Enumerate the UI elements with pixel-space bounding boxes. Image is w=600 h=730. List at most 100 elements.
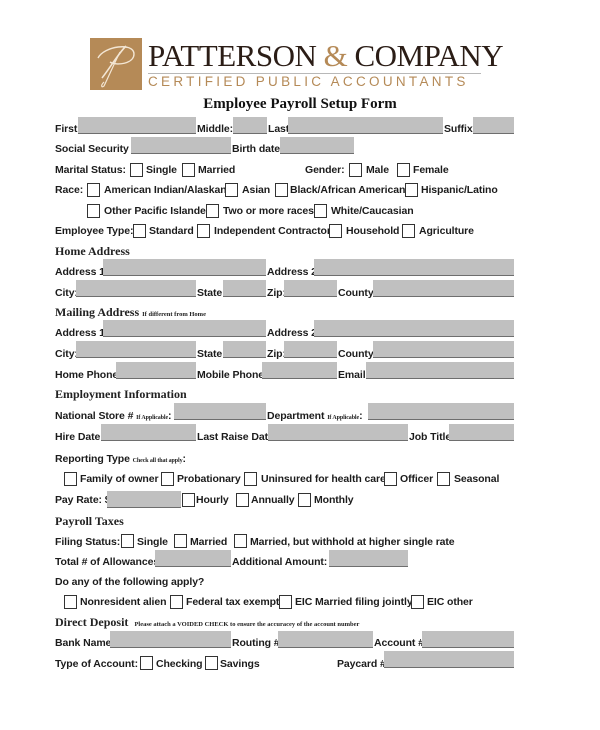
national-store-field[interactable] xyxy=(174,403,266,420)
eic-married-jointly-label: EIC Married filing jointly xyxy=(295,596,413,608)
filing-single-checkbox[interactable] xyxy=(121,534,134,548)
federal-tax-exempt-checkbox[interactable] xyxy=(170,595,183,609)
reporting-type-text: Reporting Type xyxy=(55,453,130,465)
company-name-amp: & xyxy=(323,38,348,73)
reporting-probationary-checkbox[interactable] xyxy=(161,472,174,486)
mailing-zip-field[interactable] xyxy=(284,341,337,358)
home-state-label: State: xyxy=(197,287,226,299)
race-white-label: White/Caucasian xyxy=(331,205,414,217)
additional-amount-field[interactable] xyxy=(329,550,408,567)
department-label: Department If Applicable: xyxy=(267,410,363,422)
pay-rate-field[interactable] xyxy=(107,491,181,508)
race-pacific-islander-checkbox[interactable] xyxy=(87,204,100,218)
last-name-field[interactable] xyxy=(288,117,443,134)
mobile-phone-field[interactable] xyxy=(262,362,337,379)
mailing-city-field[interactable] xyxy=(76,341,196,358)
pay-rate-label: Pay Rate: $ xyxy=(55,494,111,506)
birth-date-field[interactable] xyxy=(280,137,354,154)
hire-date-label: Hire Date: xyxy=(55,431,104,443)
employee-type-standard-checkbox[interactable] xyxy=(133,224,146,238)
home-address2-label: Address 2: xyxy=(267,266,321,278)
form-title: Employee Payroll Setup Form xyxy=(203,96,397,112)
company-name-part2: COMPANY xyxy=(354,38,504,73)
eic-other-label: EIC other xyxy=(427,596,473,608)
last-raise-date-field[interactable] xyxy=(268,424,408,441)
account-label: Account #: xyxy=(374,637,428,649)
ssn-field[interactable] xyxy=(131,137,231,154)
pay-hourly-label: Hourly xyxy=(196,494,229,506)
employee-type-contractor-checkbox[interactable] xyxy=(197,224,210,238)
marital-married-checkbox[interactable] xyxy=(182,163,195,177)
mailing-county-field[interactable] xyxy=(373,341,514,358)
gender-male-checkbox[interactable] xyxy=(349,163,362,177)
race-black-checkbox[interactable] xyxy=(275,183,288,197)
company-name: PATTERSON & COMPANY xyxy=(148,38,504,74)
department-if-applicable: If Applicable xyxy=(327,415,360,421)
mailing-state-field[interactable] xyxy=(223,341,266,358)
account-checking-checkbox[interactable] xyxy=(140,656,153,670)
eic-married-jointly-checkbox[interactable] xyxy=(279,595,292,609)
paycard-label: Paycard #: xyxy=(337,658,390,670)
home-state-field[interactable] xyxy=(223,280,266,297)
paycard-field[interactable] xyxy=(384,651,514,668)
bank-name-field[interactable] xyxy=(110,631,231,648)
type-of-account-label: Type of Account: xyxy=(55,658,138,670)
routing-field[interactable] xyxy=(278,631,373,648)
pay-monthly-checkbox[interactable] xyxy=(298,493,311,507)
nonresident-alien-checkbox[interactable] xyxy=(64,595,77,609)
home-city-field[interactable] xyxy=(76,280,196,297)
race-two-or-more-checkbox[interactable] xyxy=(206,204,219,218)
mailing-address2-field[interactable] xyxy=(314,320,514,337)
employment-heading: Employment Information xyxy=(55,387,187,401)
race-asian-checkbox[interactable] xyxy=(225,183,238,197)
home-county-field[interactable] xyxy=(373,280,514,297)
home-address1-field[interactable] xyxy=(103,259,266,276)
mailing-address1-field[interactable] xyxy=(103,320,266,337)
suffix-label: Suffix: xyxy=(444,123,476,135)
eic-other-checkbox[interactable] xyxy=(411,595,424,609)
pay-annually-checkbox[interactable] xyxy=(236,493,249,507)
hire-date-field[interactable] xyxy=(101,424,196,441)
filing-married-higher-checkbox[interactable] xyxy=(234,534,247,548)
race-american-indian-checkbox[interactable] xyxy=(87,183,100,197)
email-field[interactable] xyxy=(366,362,514,379)
pay-annually-label: Annually xyxy=(251,494,295,506)
direct-deposit-title: Direct Deposit xyxy=(55,615,129,629)
marital-single-checkbox[interactable] xyxy=(130,163,143,177)
employee-type-household-label: Household xyxy=(346,225,400,237)
mailing-address-title: Mailing Address xyxy=(55,305,140,319)
home-zip-field[interactable] xyxy=(284,280,337,297)
reporting-family-checkbox[interactable] xyxy=(64,472,77,486)
job-title-field[interactable] xyxy=(449,424,514,441)
first-name-label: First: xyxy=(55,123,81,135)
employee-type-household-checkbox[interactable] xyxy=(329,224,342,238)
last-raise-date-label: Last Raise Date: xyxy=(197,431,278,443)
account-savings-checkbox[interactable] xyxy=(205,656,218,670)
suffix-field[interactable] xyxy=(473,117,514,134)
account-field[interactable] xyxy=(422,631,514,648)
reporting-uninsured-checkbox[interactable] xyxy=(244,472,257,486)
reporting-seasonal-checkbox[interactable] xyxy=(437,472,450,486)
pay-hourly-checkbox[interactable] xyxy=(182,493,195,507)
company-tagline: CERTIFIED PUBLIC ACCOUNTANTS xyxy=(148,74,469,89)
home-address2-field[interactable] xyxy=(314,259,514,276)
account-checking-label: Checking xyxy=(156,658,203,670)
first-name-field[interactable] xyxy=(78,117,196,134)
filing-married-higher-label: Married, but withhold at higher single r… xyxy=(250,536,455,548)
department-field[interactable] xyxy=(368,403,514,420)
employee-type-agriculture-checkbox[interactable] xyxy=(402,224,415,238)
logo-monogram xyxy=(90,38,142,90)
reporting-officer-checkbox[interactable] xyxy=(384,472,397,486)
mailing-county-label: County: xyxy=(338,348,377,360)
gender-female-checkbox[interactable] xyxy=(397,163,410,177)
home-phone-field[interactable] xyxy=(116,362,196,379)
allowances-field[interactable] xyxy=(155,550,231,567)
filing-married-checkbox[interactable] xyxy=(174,534,187,548)
race-white-checkbox[interactable] xyxy=(314,204,327,218)
middle-name-field[interactable] xyxy=(233,117,267,134)
race-hispanic-checkbox[interactable] xyxy=(405,183,418,197)
reporting-probationary-label: Probationary xyxy=(177,473,241,485)
home-county-label: County: xyxy=(338,287,377,299)
mailing-address2-label: Address 2: xyxy=(267,327,321,339)
additional-amount-label: Additional Amount: $ xyxy=(232,556,336,568)
